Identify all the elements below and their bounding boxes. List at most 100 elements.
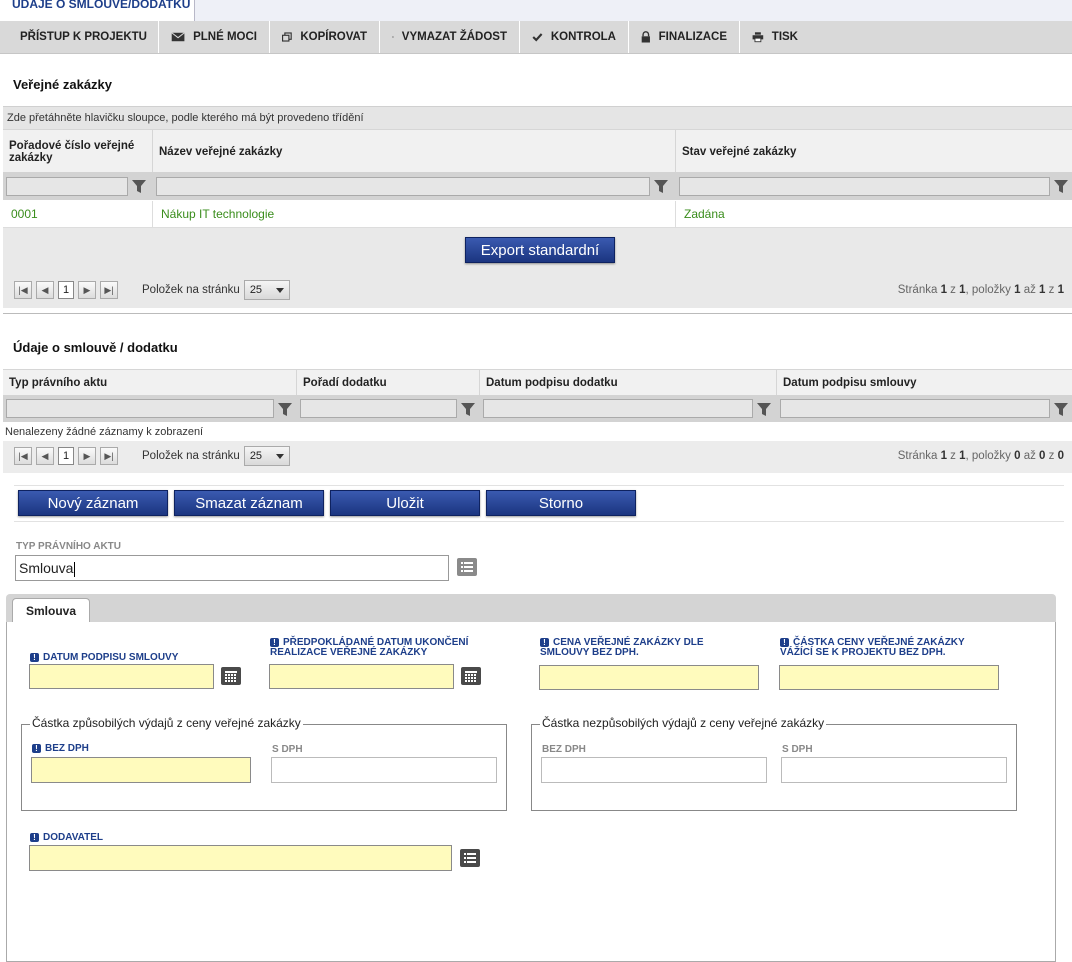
- divider: [14, 485, 1064, 486]
- current-page[interactable]: 1: [58, 281, 74, 299]
- act-type-label: TYP PRÁVNÍHO AKTU: [16, 541, 122, 552]
- column-header-contract-date[interactable]: Datum podpisu smlouvy: [777, 370, 1072, 396]
- filter-icon[interactable]: [460, 401, 476, 417]
- printer-icon: [752, 32, 764, 43]
- filter-cell: [3, 176, 153, 196]
- filter-icon[interactable]: [756, 401, 772, 417]
- contracts-page-info: Stránka 1 z 1, položky 1 až 1 z 1: [897, 284, 1064, 296]
- cell-status: Zadána: [684, 207, 725, 221]
- filter-icon[interactable]: [277, 401, 293, 417]
- toolbar-label: VYMAZAT ŽÁDOST: [401, 31, 507, 43]
- column-header-act-type[interactable]: Typ právního aktu: [3, 370, 297, 396]
- column-header-amendment-order[interactable]: Pořadí dodatku: [297, 370, 480, 396]
- first-page-button[interactable]: |◀: [14, 447, 32, 465]
- amendment-filter-row: [3, 395, 1072, 422]
- page-size-select[interactable]: 25: [243, 446, 290, 466]
- contract-price-input[interactable]: [539, 665, 759, 690]
- tab-strip: [195, 0, 1072, 21]
- page-size-select[interactable]: 25: [243, 280, 290, 300]
- last-page-button[interactable]: ▶|: [100, 281, 118, 299]
- contracts-pager: |◀ ◀ 1 ▶ ▶| Položek na stránku 25: [14, 280, 290, 300]
- act-type-input[interactable]: Smlouva: [15, 555, 449, 581]
- project-price-input[interactable]: [779, 665, 999, 690]
- filter-cell: [480, 399, 777, 418]
- project-price-label: ! ČÁSTKA CENY VEŘEJNÉ ZAKÁZKY VÁŽÍCÍ SE K…: [780, 637, 965, 658]
- filter-input-amendment-date[interactable]: [483, 399, 753, 418]
- tab-smlouva[interactable]: Smlouva: [12, 598, 90, 623]
- x-icon: [392, 36, 394, 38]
- list-picker-button[interactable]: [457, 558, 477, 576]
- copy-button[interactable]: KOPÍROVAT: [270, 21, 380, 53]
- filter-icon[interactable]: [131, 178, 147, 194]
- next-page-button[interactable]: ▶: [78, 281, 96, 299]
- last-page-button[interactable]: ▶|: [100, 447, 118, 465]
- toolbar-label: KOPÍROVAT: [300, 31, 367, 43]
- cancel-button[interactable]: Storno: [486, 490, 636, 516]
- ineligible-with-vat-label: S DPH: [782, 744, 813, 755]
- table-row[interactable]: 0001 Nákup IT technologie Zadána: [3, 201, 1072, 228]
- filter-icon[interactable]: [1053, 401, 1069, 417]
- new-record-button[interactable]: Nový záznam: [18, 490, 168, 516]
- toolbar-label: FINALIZACE: [658, 31, 727, 43]
- eligible-with-vat-input[interactable]: [271, 757, 497, 783]
- column-header-status[interactable]: Stav veřejné zakázky: [676, 130, 1072, 173]
- filter-icon[interactable]: [1053, 178, 1069, 194]
- project-access-button[interactable]: PŘÍSTUP K PROJEKTU: [0, 21, 159, 53]
- chevron-down-icon: [275, 453, 284, 459]
- finalize-button[interactable]: FINALIZACE: [629, 21, 740, 53]
- column-header-name[interactable]: Název veřejné zakázky: [153, 130, 676, 173]
- contract-price-label: ! CENA VEŘEJNÉ ZAKÁZKY DLE SMLOUVY BEZ DP…: [540, 637, 704, 658]
- print-button[interactable]: TISK: [740, 21, 810, 53]
- divider: [14, 521, 1064, 522]
- prev-page-button[interactable]: ◀: [36, 447, 54, 465]
- envelope-icon: [171, 32, 185, 42]
- delete-request-button[interactable]: VYMAZAT ŽÁDOST: [380, 21, 520, 53]
- amendment-grid-header: Typ právního aktu Pořadí dodatku Datum p…: [3, 369, 1072, 397]
- page-size-label: Položek na stránku: [142, 284, 240, 296]
- ineligible-without-vat-label: BEZ DPH: [542, 744, 586, 755]
- export-standard-button[interactable]: Export standardní: [465, 237, 615, 263]
- calendar-button[interactable]: [461, 667, 481, 685]
- ineligible-with-vat-input[interactable]: [781, 757, 1007, 783]
- cell-number: 0001: [3, 201, 153, 227]
- prev-page-button[interactable]: ◀: [36, 281, 54, 299]
- first-page-button[interactable]: |◀: [14, 281, 32, 299]
- current-page[interactable]: 1: [58, 447, 74, 465]
- power-of-attorney-button[interactable]: PLNÉ MOCI: [159, 21, 270, 53]
- act-type-value: Smlouva: [19, 560, 74, 576]
- filter-input-status[interactable]: [679, 176, 1050, 196]
- filter-input-amendment-order[interactable]: [300, 399, 457, 418]
- ineligible-expenses-legend: Částka nezpůsobilých výdajů z ceny veřej…: [540, 716, 827, 730]
- group-by-hint: Zde přetáhněte hlavičku sloupce, podle k…: [3, 106, 1072, 129]
- sign-date-label: ! DATUM PODPISU SMLOUVY: [30, 653, 230, 663]
- delete-record-button[interactable]: Smazat záznam: [174, 490, 324, 516]
- ineligible-without-vat-input[interactable]: [541, 757, 767, 783]
- filter-cell: [297, 399, 480, 418]
- filter-cell: [153, 176, 676, 196]
- contracts-grid-header: Pořadové číslo veřejné zakázky Název veř…: [3, 129, 1072, 174]
- filter-input-act-type[interactable]: [6, 399, 274, 418]
- required-icon: !: [270, 638, 279, 647]
- column-header-amendment-date[interactable]: Datum podpisu dodatku: [480, 370, 777, 396]
- text-cursor: [74, 561, 76, 577]
- calendar-button[interactable]: [221, 667, 241, 685]
- amendment-page-info: Stránka 1 z 1, položky 0 až 0 z 0: [897, 450, 1064, 462]
- next-page-button[interactable]: ▶: [78, 447, 96, 465]
- eligible-without-vat-input[interactable]: [31, 757, 251, 783]
- filter-input-name[interactable]: [156, 176, 650, 196]
- lock-icon: [641, 31, 650, 43]
- filter-input-contract-date[interactable]: [780, 399, 1050, 418]
- required-icon: !: [780, 638, 789, 647]
- list-icon: [464, 853, 476, 863]
- end-date-input[interactable]: [269, 664, 454, 689]
- amendment-pager: |◀ ◀ 1 ▶ ▶| Položek na stránku 25: [14, 446, 290, 466]
- filter-input-number[interactable]: [6, 176, 128, 196]
- save-button[interactable]: Uložit: [330, 490, 480, 516]
- filter-icon[interactable]: [653, 178, 669, 194]
- list-picker-button[interactable]: [460, 849, 480, 867]
- sign-date-input[interactable]: [29, 664, 214, 689]
- column-header-number[interactable]: Pořadové číslo veřejné zakázky: [3, 130, 153, 173]
- check-button[interactable]: KONTROLA: [520, 21, 629, 53]
- supplier-input[interactable]: [29, 845, 452, 871]
- page-tab-contract[interactable]: ÚDAJE O SMLOUVĚ/DODATKU: [0, 0, 195, 21]
